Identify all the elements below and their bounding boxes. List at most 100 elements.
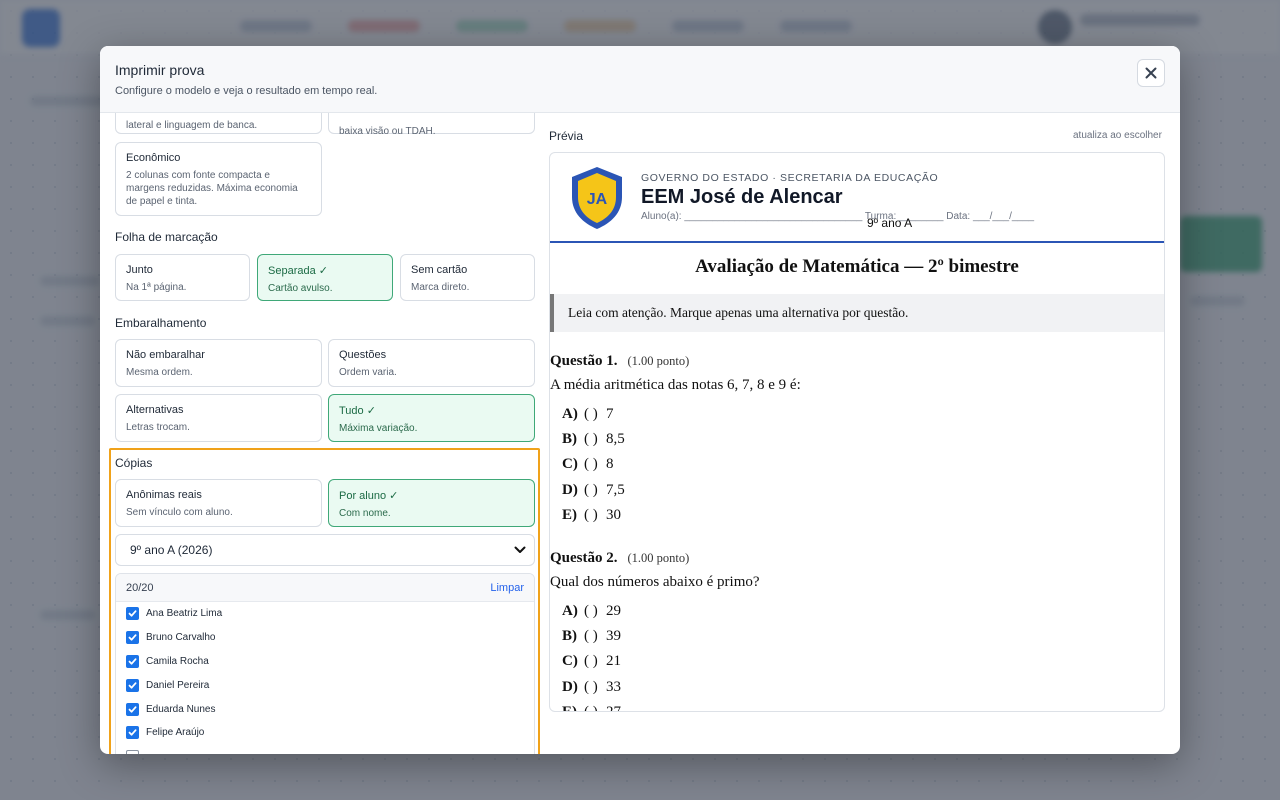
settings-panel[interactable]: lateral e linguagem de banca. baixa visã… xyxy=(100,113,540,754)
student-name: Bruno Carvalho xyxy=(146,632,216,644)
embaralhamento-section-label: Embaralhamento xyxy=(115,316,207,330)
alternative-letter: E) xyxy=(562,703,577,712)
option-title: Separada ✓ xyxy=(268,265,328,277)
turma-value: 9º ano A xyxy=(867,216,913,230)
alternative-item: D) ( ) 33 xyxy=(562,679,621,696)
folha-option-separada[interactable]: Separada ✓ Cartão avulso. xyxy=(257,254,393,301)
school-badge-text: JA xyxy=(587,191,608,208)
student-row[interactable]: Felipe Araújo xyxy=(116,721,534,745)
student-list: 20/20 Limpar Ana Beatriz Lima Bruno Carva… xyxy=(115,573,535,754)
student-checkbox[interactable] xyxy=(126,750,139,754)
student-rows: Ana Beatriz Lima Bruno Carvalho Camila Roc… xyxy=(116,602,534,745)
preview-label: Prévia xyxy=(549,129,584,143)
student-row[interactable]: Bruno Carvalho xyxy=(116,626,534,650)
student-checkbox[interactable] xyxy=(126,678,139,692)
close-button[interactable] xyxy=(1137,59,1165,87)
option-title: Não embaralhar xyxy=(126,349,205,361)
student-row[interactable]: Eduarda Nunes xyxy=(116,697,534,721)
student-name: Daniel Pereira xyxy=(146,679,210,691)
student-row[interactable]: Camila Rocha xyxy=(116,650,534,674)
alternative-value: 30 xyxy=(606,506,621,523)
option-desc: Sem vínculo com aluno. xyxy=(126,507,233,518)
alternative-letter: B) xyxy=(562,628,577,645)
copies-option-per-student[interactable]: Por aluno ✓ Com nome. xyxy=(328,479,535,527)
student-row[interactable]: Ana Beatriz Lima xyxy=(116,602,534,626)
alternative-letter: E) xyxy=(562,506,577,523)
alternative-value: 27 xyxy=(606,703,621,712)
folha-section-label: Folha de marcação xyxy=(115,230,218,244)
student-name: Camila Rocha xyxy=(146,655,209,667)
answer-box: ( ) xyxy=(584,481,598,498)
alternative-value: 39 xyxy=(606,628,621,645)
option-desc: Cartão avulso. xyxy=(268,283,333,294)
answer-box: ( ) xyxy=(584,431,598,448)
question-text: A média aritmética das notas 6, 7, 8 e 9… xyxy=(550,377,801,393)
answer-box: ( ) xyxy=(584,628,598,645)
exam-instructions: Leia com atenção. Marque apenas uma alte… xyxy=(550,294,1164,332)
alternative-value: 21 xyxy=(606,653,621,670)
school-header: JA GOVERNO DO ESTADO · SECRETARIA DA EDU… xyxy=(550,153,1164,243)
shuffle-option-alternatives[interactable]: Alternativas Letras trocam. xyxy=(115,394,322,442)
modal-subtitle: Configure o modelo e veja o resultado em… xyxy=(115,85,378,97)
alternative-item: B) ( ) 39 xyxy=(562,628,621,645)
answer-box: ( ) xyxy=(584,703,598,712)
shuffle-option-questions[interactable]: Questões Ordem varia. xyxy=(328,339,535,387)
print-exam-modal: Imprimir prova Configure o modelo e veja… xyxy=(100,46,1180,754)
layout-option-partial[interactable]: lateral e linguagem de banca. xyxy=(115,113,322,134)
student-checkbox[interactable] xyxy=(126,726,139,740)
check-icon xyxy=(128,658,137,665)
answer-box: ( ) xyxy=(584,653,598,670)
question-number: Questão 2. xyxy=(550,550,618,566)
folha-option-sem-cartao[interactable]: Sem cartão Marca direto. xyxy=(400,254,535,301)
student-checkbox[interactable] xyxy=(126,702,139,716)
layout-option-accessible[interactable]: baixa visão ou TDAH. xyxy=(328,113,535,137)
layout-option-desc: lateral e linguagem de banca. xyxy=(126,120,258,131)
alternative-letter: B) xyxy=(562,431,577,448)
check-icon xyxy=(128,682,137,689)
exam-preview[interactable]: JA GOVERNO DO ESTADO · SECRETARIA DA EDU… xyxy=(549,152,1165,712)
student-row-partial[interactable] xyxy=(116,745,534,754)
layout-option-economico[interactable]: Econômico 2 colunas com fonte compacta e… xyxy=(115,142,322,216)
student-checkbox[interactable] xyxy=(126,631,139,645)
answer-box: ( ) xyxy=(584,406,598,422)
chevron-down-icon xyxy=(514,546,526,553)
question-header: Questão 1. (1.00 ponto) xyxy=(550,352,689,370)
shuffle-option-none[interactable]: Não embaralhar Mesma ordem. xyxy=(115,339,322,387)
alternative-value: 8,5 xyxy=(606,431,625,448)
shuffle-option-all[interactable]: Tudo ✓ Máxima variação. xyxy=(328,394,535,442)
alternative-item: C) ( ) 8 xyxy=(562,456,614,473)
preview-hint: atualiza ao escolher xyxy=(1073,130,1162,141)
class-select[interactable]: 9º ano A (2026) xyxy=(115,534,535,566)
alternative-letter: C) xyxy=(562,653,578,670)
alternative-value: 7,5 xyxy=(606,481,625,498)
check-icon xyxy=(128,705,137,713)
clear-selection-link[interactable]: Limpar xyxy=(490,582,524,594)
check-icon xyxy=(128,634,137,641)
answer-box: ( ) xyxy=(584,506,598,523)
option-title: Alternativas xyxy=(126,404,184,416)
check-icon xyxy=(128,729,137,736)
alternative-value: 8 xyxy=(606,456,614,473)
question-header: Questão 2. (1.00 ponto) xyxy=(550,549,689,567)
alternative-item: A) ( ) 29 xyxy=(562,603,621,620)
option-desc: Com nome. xyxy=(339,508,391,519)
layout-option-desc: baixa visão ou TDAH. xyxy=(339,126,436,137)
student-name: Ana Beatriz Lima xyxy=(146,608,223,620)
alternative-letter: C) xyxy=(562,456,578,473)
class-select-value: 9º ano A (2026) xyxy=(130,543,213,557)
alternative-letter: D) xyxy=(562,481,578,498)
modal-header: Imprimir prova Configure o modelo e veja… xyxy=(100,46,1180,113)
question-points: (1.00 ponto) xyxy=(627,551,690,565)
copies-option-anonymous[interactable]: Anônimas reais Sem vínculo com aluno. xyxy=(115,479,322,527)
alternative-value: 29 xyxy=(606,603,621,619)
student-row[interactable]: Daniel Pereira xyxy=(116,673,534,697)
folha-option-junto[interactable]: Junto Na 1ª página. xyxy=(115,254,250,301)
selected-count: 20/20 xyxy=(126,582,154,594)
student-checkbox[interactable] xyxy=(126,654,139,668)
alternative-item: A) ( ) 7 xyxy=(562,406,614,423)
option-desc: Na 1ª página. xyxy=(126,282,187,293)
student-checkbox[interactable] xyxy=(126,607,139,621)
option-desc: Ordem varia. xyxy=(339,367,397,378)
close-icon xyxy=(1145,67,1157,79)
option-title: Tudo ✓ xyxy=(339,405,376,417)
